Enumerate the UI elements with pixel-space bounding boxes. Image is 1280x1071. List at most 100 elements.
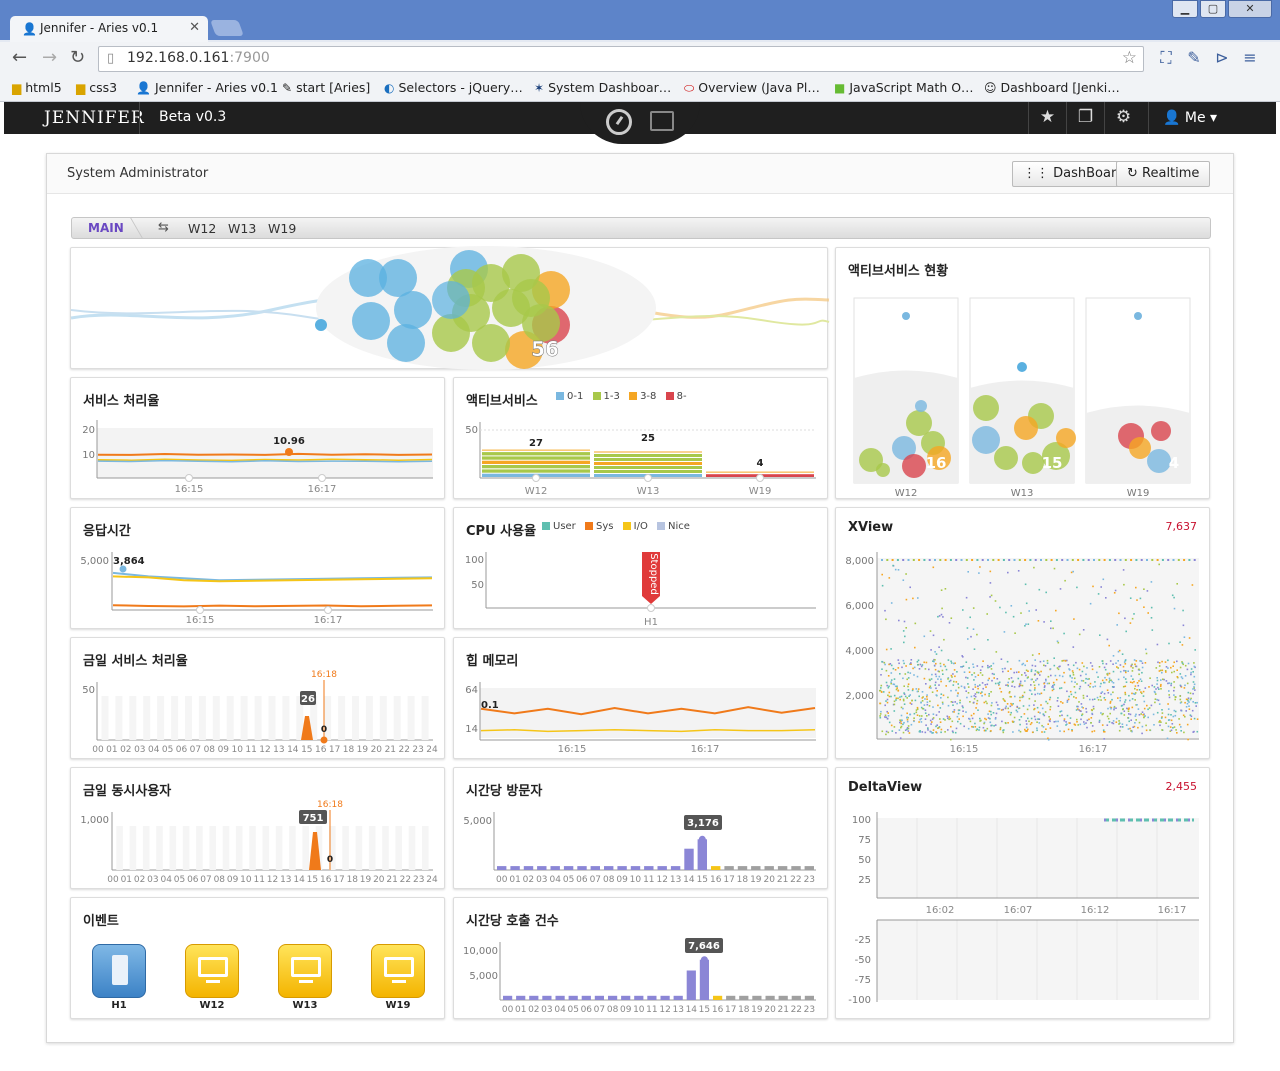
breadcrumb-item-w12[interactable]: W12 <box>188 221 216 236</box>
scatter-point <box>935 675 938 678</box>
minimize-icon[interactable]: ▁ <box>1172 0 1198 18</box>
breadcrumb-item-w13[interactable]: W13 <box>228 221 256 236</box>
scatter-point <box>1008 691 1011 693</box>
scatter-point <box>1050 559 1053 561</box>
scatter-point <box>1136 689 1138 691</box>
bookmark-star-icon[interactable]: ☆ <box>1122 48 1137 68</box>
scatter-point <box>1025 602 1028 605</box>
user-menu[interactable]: 👤 Me ▾ <box>1148 102 1276 134</box>
scatter-point <box>1130 730 1132 732</box>
scatter-point <box>1118 720 1120 722</box>
x-tick-labels: 00 01 02 03 04 05 06 07 08 09 10 11 12 13 14 15 16 17 18 19… <box>107 875 438 885</box>
scatter-point <box>1165 680 1168 682</box>
scatter-point <box>1024 583 1027 586</box>
scatter-point <box>1102 578 1105 581</box>
x-tick-label: 24 <box>426 745 438 755</box>
star-icon[interactable]: ★ <box>1028 102 1066 134</box>
breadcrumb-main[interactable]: MAIN <box>88 221 124 235</box>
scatter-point <box>1086 719 1089 722</box>
bar <box>778 995 788 1000</box>
server-icon[interactable] <box>92 944 146 998</box>
scatter-point <box>1196 701 1198 704</box>
scatter-point <box>1123 703 1125 706</box>
bookmark-item[interactable]: ▆ css3 <box>76 80 117 95</box>
back-icon[interactable]: ← <box>12 47 27 68</box>
bar <box>697 839 707 870</box>
scatter-point <box>1141 662 1144 664</box>
card-view-icon[interactable] <box>650 111 674 131</box>
x-tick-label: 13 <box>273 745 284 755</box>
gear-icon[interactable]: ⚙ <box>1104 102 1142 134</box>
bucket-label: W19 <box>1127 488 1150 499</box>
scatter-point <box>1143 588 1145 590</box>
bookmark-item[interactable]: ☺ Dashboard [Jenki… <box>984 80 1120 95</box>
realtime-button[interactable]: ↻ Realtime <box>1116 161 1211 187</box>
bookmark-item[interactable]: ✎ start [Aries] <box>282 80 370 95</box>
extension-icon[interactable]: ⊳ <box>1208 48 1236 67</box>
scatter-point <box>927 729 929 731</box>
scatter-point <box>1061 702 1064 704</box>
scatter-point <box>934 681 937 684</box>
documents-icon[interactable]: ❐ <box>1066 102 1104 134</box>
scatter-point <box>929 685 932 687</box>
bookmark-item[interactable]: ◐ Selectors - jQuery… <box>384 80 523 95</box>
scatter-point <box>1018 671 1020 673</box>
scatter-point <box>1123 714 1126 716</box>
bookmark-item[interactable]: ✶ System Dashboar… <box>534 80 671 95</box>
monitor-icon[interactable] <box>371 944 425 998</box>
switch-icon[interactable]: ⇆ <box>158 220 169 235</box>
bookmark-item[interactable]: ▆ html5 <box>12 80 62 95</box>
scatter-point <box>1109 660 1112 662</box>
scatter-point <box>1018 659 1021 662</box>
close-window-icon[interactable]: ✕ <box>1228 0 1272 18</box>
menu-icon[interactable]: ≡ <box>1236 48 1264 67</box>
scatter-point <box>1107 692 1110 694</box>
scatter-point <box>1149 729 1151 731</box>
scatter-point <box>1043 686 1046 689</box>
response-chart: 5,000 3,864 16:15 16:17 <box>80 552 433 626</box>
scatter-point <box>897 689 900 692</box>
x-tick-label: 21 <box>777 875 788 885</box>
monitor-icon[interactable] <box>185 944 239 998</box>
eyedropper-icon[interactable]: ✎ <box>1180 48 1208 67</box>
bar-segment <box>482 456 590 460</box>
scatter-point <box>1148 686 1150 688</box>
xview-chart[interactable]: 8,000 6,000 4,000 2,000 16:15 16:17 <box>836 508 1211 760</box>
jennifer-logo[interactable]: JENNIFER <box>44 108 145 128</box>
browser-tab[interactable]: 👤 Jennifer - Aries v0.1 ✕ <box>10 16 208 42</box>
bookmark-item[interactable]: 👤 Jennifer - Aries v0.1 <box>136 80 278 95</box>
scatter-point <box>1186 723 1189 726</box>
scatter-point <box>1158 703 1161 705</box>
bubble <box>315 319 327 331</box>
forward-icon[interactable]: → <box>42 47 57 68</box>
scatter-point <box>910 723 913 726</box>
screenshot-icon[interactable]: ⛶ <box>1152 48 1180 68</box>
x-tick-labels: 00 01 02 03 04 05 06 07 08 09 10 11 12 13 14 15 16 17 18 19… <box>496 875 815 885</box>
scatter-point <box>890 695 892 698</box>
scatter-point <box>880 684 883 687</box>
scatter-point <box>1098 719 1101 722</box>
maximize-icon[interactable]: ▢ <box>1200 0 1226 18</box>
scatter-point <box>1034 718 1037 721</box>
address-bar[interactable]: ▯ 192.168.0.161:7900 ☆ <box>98 46 1144 72</box>
scatter-point <box>1189 698 1192 701</box>
monitor-icon[interactable] <box>278 944 332 998</box>
x-tick-label: 02 <box>523 875 534 885</box>
bookmark-item[interactable]: ■ JavaScript Math O… <box>834 80 974 95</box>
hour-column <box>157 696 165 740</box>
bookmark-item[interactable]: ⬭ Overview (Java Pl… <box>684 80 820 96</box>
scatter-point <box>1072 570 1074 573</box>
scatter-point <box>978 726 981 729</box>
peak-marker <box>119 565 127 573</box>
scatter-point <box>1074 691 1077 694</box>
new-tab-button[interactable] <box>210 20 244 36</box>
scatter-point <box>1036 677 1039 680</box>
scatter-point <box>1196 730 1199 733</box>
dashboard-gauge-icon[interactable] <box>606 109 632 135</box>
scatter-point <box>1174 698 1176 701</box>
reload-icon[interactable]: ↻ <box>70 47 85 68</box>
close-tab-icon[interactable]: ✕ <box>189 20 200 35</box>
scatter-point <box>1194 702 1197 704</box>
breadcrumb-item-w19[interactable]: W19 <box>268 221 296 236</box>
scatter-point <box>939 665 942 668</box>
